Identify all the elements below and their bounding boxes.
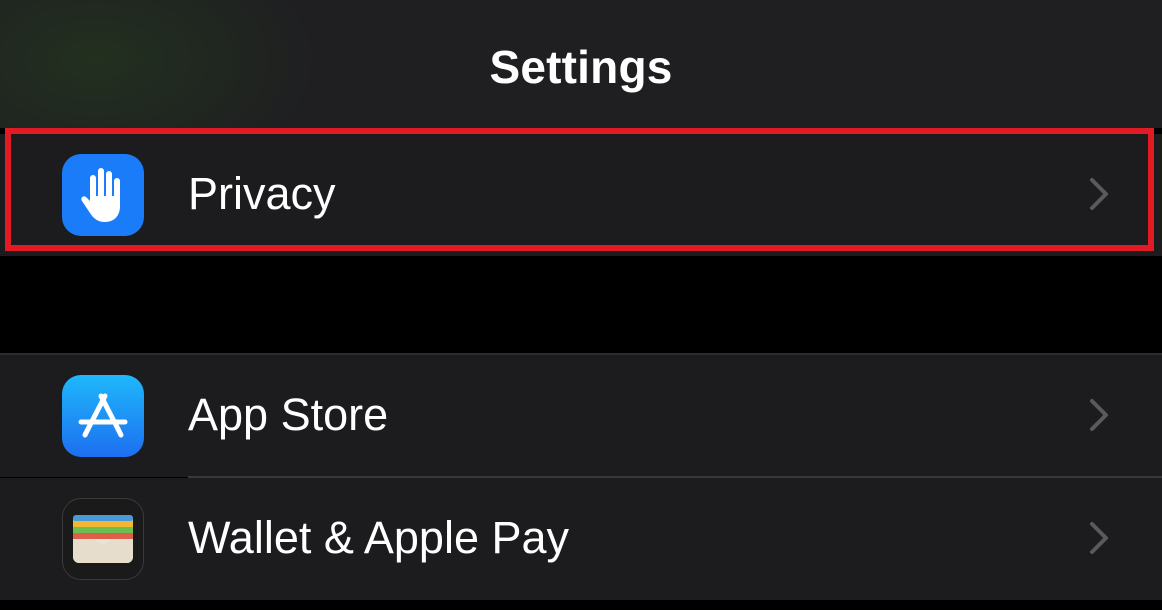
chevron-right-icon bbox=[1090, 178, 1108, 210]
page-title: Settings bbox=[489, 41, 673, 93]
settings-row-privacy[interactable]: Privacy bbox=[0, 134, 1162, 256]
group-separator bbox=[0, 256, 1162, 354]
chevron-right-icon bbox=[1090, 399, 1108, 431]
chevron-right-icon bbox=[1090, 522, 1108, 554]
navigation-bar: Settings bbox=[0, 0, 1162, 128]
bottom-background bbox=[0, 600, 1162, 610]
settings-row-label: Wallet & Apple Pay bbox=[188, 512, 570, 563]
app-store-icon bbox=[62, 375, 144, 457]
wallet-icon bbox=[62, 498, 144, 580]
settings-row-label: Privacy bbox=[188, 168, 336, 219]
settings-row-app-store[interactable]: App Store bbox=[0, 355, 1162, 477]
hand-raised-icon bbox=[62, 154, 144, 236]
settings-row-wallet[interactable]: Wallet & Apple Pay bbox=[0, 478, 1162, 600]
settings-row-label: App Store bbox=[188, 389, 389, 440]
